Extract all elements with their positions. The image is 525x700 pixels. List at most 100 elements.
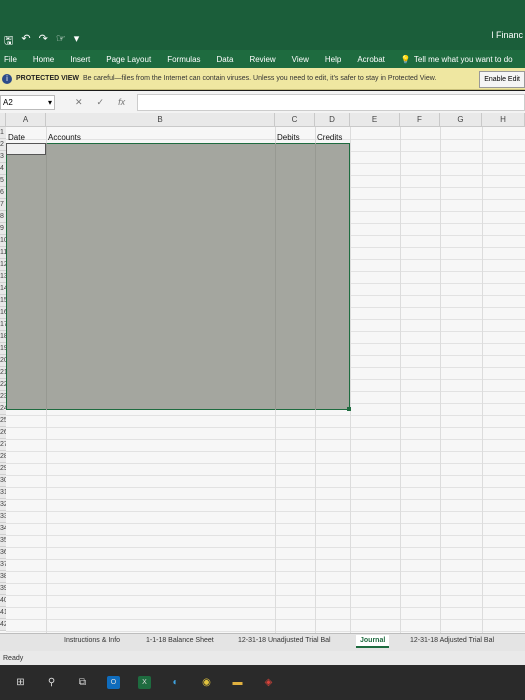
- fill-handle[interactable]: [347, 407, 351, 411]
- column-header-a[interactable]: A: [6, 113, 46, 127]
- file-explorer-icon[interactable]: ▬: [231, 676, 244, 689]
- row-gridline: [6, 595, 525, 596]
- sheet-tab-instructions[interactable]: Instructions & Info: [64, 637, 120, 644]
- protected-view-title: PROTECTED VIEW: [16, 75, 80, 82]
- save-icon[interactable]: 🖫: [4, 32, 13, 51]
- outlook-icon[interactable]: O: [107, 676, 120, 689]
- row-header[interactable]: 40: [0, 595, 6, 607]
- column-header-d[interactable]: D: [315, 113, 350, 127]
- row-gridline: [6, 427, 525, 428]
- info-icon: i: [2, 73, 12, 84]
- row-header[interactable]: 37: [0, 559, 6, 571]
- check-icon[interactable]: ✓: [97, 97, 105, 108]
- tab-review[interactable]: Review: [249, 55, 275, 64]
- row-gridline: [6, 487, 525, 488]
- row-header[interactable]: 33: [0, 511, 6, 523]
- row-gridline: [6, 607, 525, 608]
- worksheet[interactable]: A B C D E F G H 123456789101112131415161…: [0, 113, 525, 633]
- excel-icon[interactable]: X: [138, 676, 151, 689]
- column-header-h[interactable]: H: [482, 113, 525, 127]
- column-header-g[interactable]: G: [440, 113, 482, 127]
- header-accounts[interactable]: Accounts: [48, 133, 81, 142]
- tab-home[interactable]: Home: [33, 55, 54, 64]
- task-view-icon[interactable]: ⧉: [76, 676, 89, 689]
- sheet-tab-balance-sheet[interactable]: 1-1-18 Balance Sheet: [146, 637, 214, 644]
- tab-help[interactable]: Help: [325, 55, 341, 64]
- column-header-b[interactable]: B: [46, 113, 275, 127]
- row-header[interactable]: 26: [0, 427, 6, 439]
- row-header[interactable]: 41: [0, 607, 6, 619]
- lightbulb-icon: 💡: [400, 54, 411, 64]
- header-date[interactable]: Date: [8, 133, 25, 142]
- row-header[interactable]: 27: [0, 439, 6, 451]
- redo-icon[interactable]: ↷: [39, 32, 48, 51]
- row-header[interactable]: 29: [0, 463, 6, 475]
- column-header-e[interactable]: E: [350, 113, 400, 127]
- row-header[interactable]: 39: [0, 583, 6, 595]
- row-gridline: [6, 619, 525, 620]
- row-header[interactable]: 1: [0, 127, 6, 139]
- selection-gridline: [46, 143, 47, 410]
- tab-formulas[interactable]: Formulas: [167, 55, 200, 64]
- row-header[interactable]: 28: [0, 451, 6, 463]
- title-bar: 🖫 ↶ ↷ ☞ ▾ l Financ: [0, 0, 525, 50]
- undo-icon[interactable]: ↶: [21, 32, 30, 51]
- row-gridline: [6, 631, 525, 632]
- taskbar: ⊞ ⚲ ⧉ O X ◐ ◉ ▬ ◈: [0, 665, 525, 700]
- row-header[interactable]: 36: [0, 547, 6, 559]
- active-cell[interactable]: [6, 143, 46, 155]
- name-box[interactable]: A2 ▾: [0, 94, 55, 110]
- edge-icon[interactable]: ◐: [169, 676, 182, 689]
- header-credits[interactable]: Credits: [317, 133, 342, 142]
- tell-me-box[interactable]: 💡 Tell me what you want to do: [401, 55, 513, 64]
- formula-bar-buttons: ✕ ✓ fx: [75, 97, 125, 108]
- chrome-icon[interactable]: ◉: [200, 676, 213, 689]
- column-gridline: [400, 127, 401, 633]
- sheet-tab-adjusted-trial-bal[interactable]: 12-31-18 Adjusted Trial Bal: [410, 637, 494, 644]
- column-gridline: [350, 127, 351, 633]
- column-header-f[interactable]: F: [400, 113, 440, 127]
- row-gridline: [6, 415, 525, 416]
- tab-view[interactable]: View: [292, 55, 309, 64]
- tab-data[interactable]: Data: [217, 55, 234, 64]
- sheet-tab-unadjusted-trial-bal[interactable]: 12-31-18 Unadjusted Trial Bal: [238, 637, 331, 644]
- formula-input[interactable]: [137, 93, 525, 111]
- touch-mode-icon[interactable]: ☞: [56, 32, 66, 51]
- tab-page-layout[interactable]: Page Layout: [106, 55, 151, 64]
- chevron-down-icon[interactable]: ▾: [48, 98, 52, 107]
- row-header[interactable]: 34: [0, 523, 6, 535]
- row-gridline: [6, 559, 525, 560]
- status-bar: Ready: [0, 651, 525, 665]
- row-gridline: [6, 439, 525, 440]
- row-gridline: [6, 535, 525, 536]
- window-title: l Financ: [491, 30, 523, 40]
- tab-acrobat[interactable]: Acrobat: [357, 55, 385, 64]
- row-header[interactable]: 30: [0, 475, 6, 487]
- row-gridline: [6, 547, 525, 548]
- header-debits[interactable]: Debits: [277, 133, 300, 142]
- row-header[interactable]: 42: [0, 619, 6, 631]
- row-header[interactable]: 31: [0, 487, 6, 499]
- protected-view-message: Be careful—files from the Internet can c…: [83, 75, 437, 82]
- customize-qat-icon[interactable]: ▾: [74, 32, 80, 51]
- row-header[interactable]: 32: [0, 499, 6, 511]
- sheet-tab-journal[interactable]: Journal: [356, 635, 390, 648]
- column-header-c[interactable]: C: [275, 113, 315, 127]
- enable-editing-button[interactable]: Enable Edit: [479, 71, 525, 88]
- quick-access-toolbar: 🖫 ↶ ↷ ☞ ▾: [4, 32, 79, 51]
- windows-start-icon[interactable]: ⊞: [14, 676, 27, 689]
- row-gridline: [6, 571, 525, 572]
- row-header[interactable]: 25: [0, 415, 6, 427]
- tab-insert[interactable]: Insert: [70, 55, 90, 64]
- sheet-tabs-bar: Instructions & Info 1-1-18 Balance Sheet…: [0, 633, 525, 652]
- row-header[interactable]: 38: [0, 571, 6, 583]
- tab-file[interactable]: File: [4, 55, 17, 64]
- insert-function-icon[interactable]: fx: [118, 97, 125, 108]
- name-box-value: A2: [3, 97, 13, 107]
- row-header[interactable]: 35: [0, 535, 6, 547]
- row-gridline: [6, 463, 525, 464]
- selected-range[interactable]: [6, 143, 350, 410]
- cancel-icon[interactable]: ✕: [75, 97, 83, 108]
- search-icon[interactable]: ⚲: [45, 676, 58, 689]
- acrobat-icon[interactable]: ◈: [262, 676, 275, 689]
